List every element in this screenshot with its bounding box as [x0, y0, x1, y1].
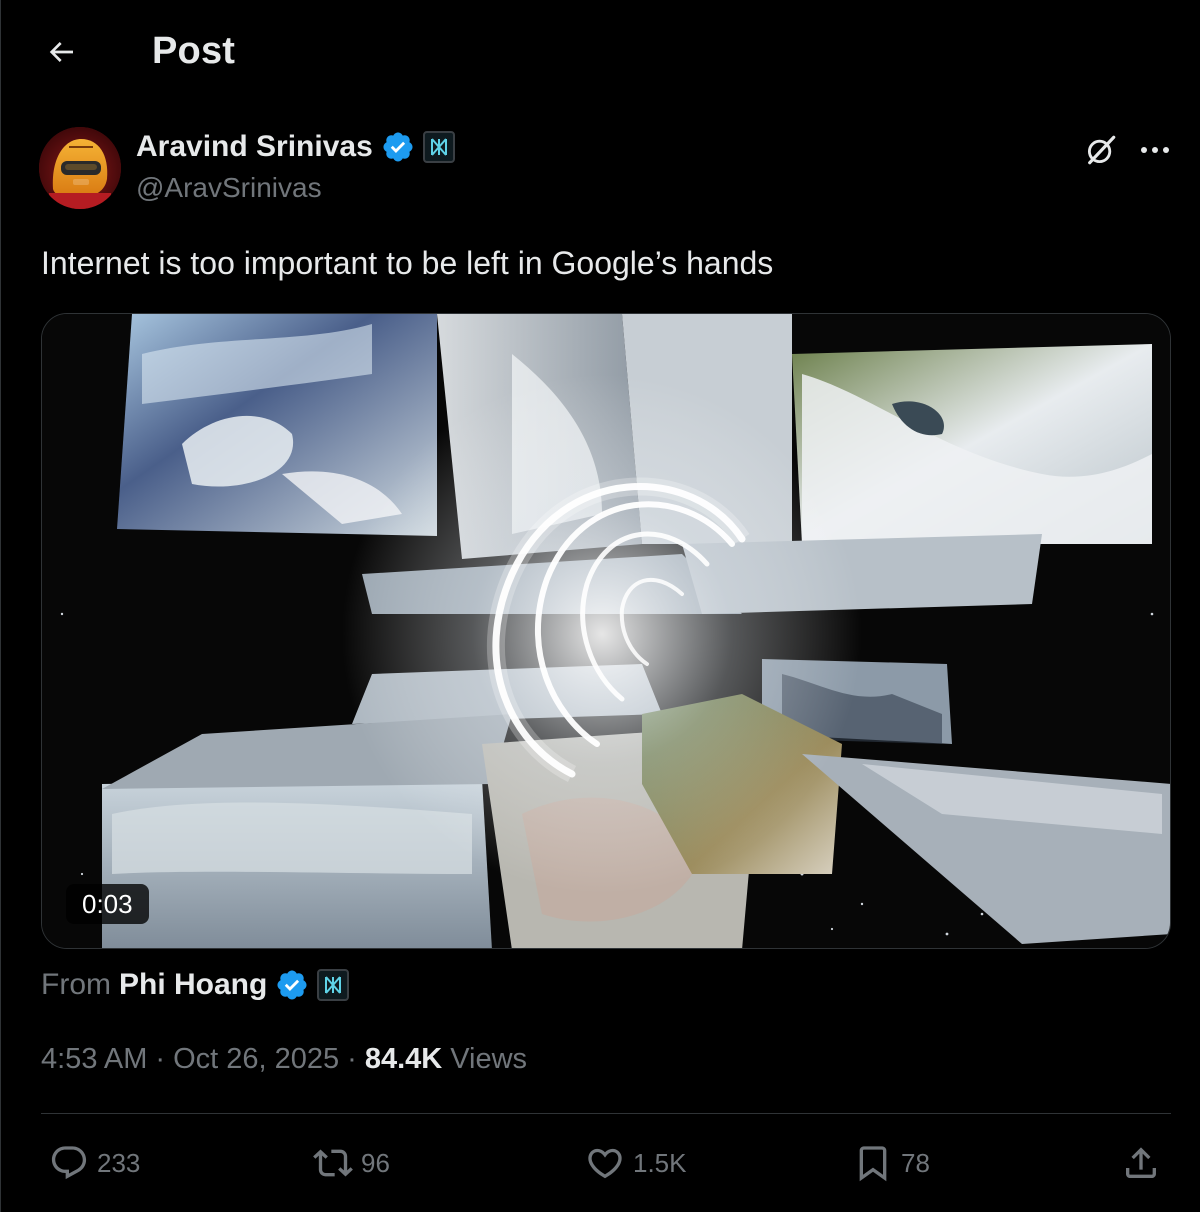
author-name-row[interactable]: Aravind Srinivas [136, 130, 455, 164]
author-handle[interactable]: @AravSrinivas [136, 172, 322, 204]
video-frame-image [42, 314, 1170, 948]
affiliate-badge-icon[interactable] [422, 131, 455, 163]
post-video[interactable] [41, 313, 1171, 949]
share-icon [1126, 1147, 1156, 1178]
from-prefix: From [41, 968, 111, 1001]
video-source-line: From Phi Hoang [41, 968, 350, 1002]
back-button[interactable] [37, 28, 85, 76]
page-header: Post [1, 0, 1200, 104]
verified-badge-icon [275, 968, 309, 1002]
reply-count: 233 [97, 1147, 141, 1178]
share-button[interactable] [1121, 1135, 1161, 1191]
bookmark-count: 78 [901, 1147, 930, 1178]
action-bar: 233 96 1.5K 78 [1, 1135, 1200, 1191]
post-text: Internet is too important to be left in … [41, 245, 774, 281]
video-duration: 0:03 [66, 884, 149, 924]
source-author-name[interactable]: Phi Hoang [119, 968, 267, 1002]
divider [41, 1113, 1171, 1114]
reply-icon [51, 1146, 87, 1180]
page-title: Post [152, 30, 236, 72]
bookmark-button[interactable]: 78 [853, 1135, 930, 1191]
post-time[interactable]: 4:53 AM [41, 1043, 147, 1076]
avatar[interactable] [39, 127, 121, 209]
arrow-left-icon [49, 42, 73, 62]
post-meta: 4:53 AM · Oct 26, 2025 · 84.4K Views [41, 1043, 527, 1076]
meta-separator: · [155, 1043, 166, 1075]
views-label: Views [450, 1043, 528, 1075]
repost-icon [313, 1149, 353, 1177]
verified-badge-icon [381, 130, 415, 164]
post-page: Post Aravind Srinivas @AravSrinivas Inte… [0, 0, 1200, 1212]
views-count: 84.4K [364, 1043, 443, 1075]
more-options-button[interactable] [1133, 128, 1177, 172]
avatar-image [39, 127, 121, 209]
more-dots-icon [1141, 147, 1169, 153]
grok-button[interactable] [1079, 128, 1123, 172]
affiliate-badge-icon[interactable] [317, 969, 350, 1001]
author-name[interactable]: Aravind Srinivas [136, 130, 373, 164]
like-count: 1.5K [633, 1147, 687, 1178]
reply-button[interactable]: 233 [49, 1135, 140, 1191]
repost-count: 96 [361, 1147, 390, 1178]
like-button[interactable]: 1.5K [585, 1135, 687, 1191]
post-date[interactable]: Oct 26, 2025 [173, 1043, 339, 1076]
heart-icon [588, 1148, 622, 1179]
bookmark-icon [859, 1146, 887, 1182]
grok-icon [1087, 135, 1116, 165]
repost-button[interactable]: 96 [313, 1135, 390, 1191]
meta-separator: · [347, 1043, 357, 1075]
